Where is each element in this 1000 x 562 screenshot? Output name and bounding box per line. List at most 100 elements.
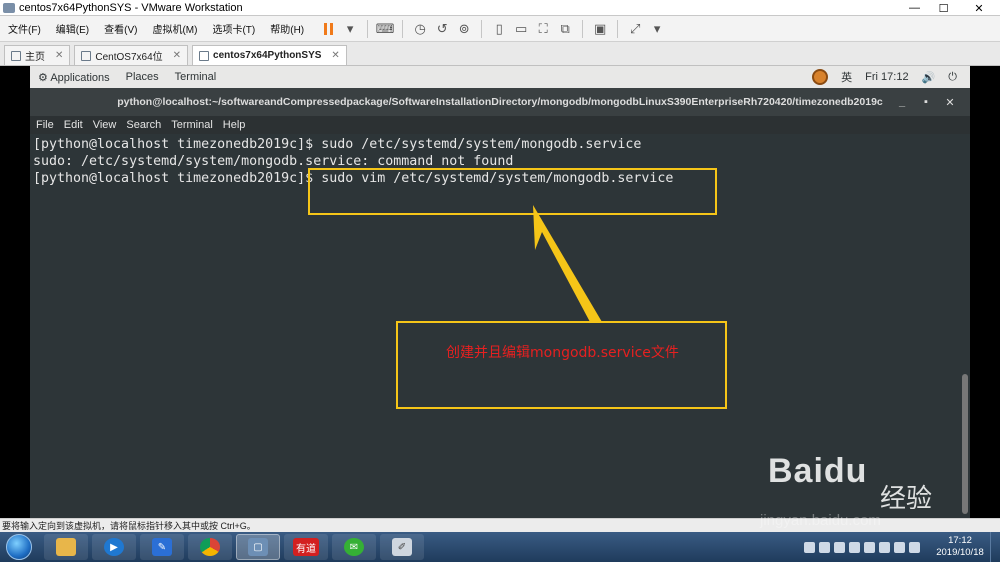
gnome-applications-menu[interactable]: ⚙ Applications xyxy=(38,71,110,84)
vmware-menubar: 文件(F) 编辑(E) 查看(V) 虚拟机(M) 选项卡(T) 帮助(H) ▾ … xyxy=(0,16,1000,42)
toolbar-divider xyxy=(367,19,369,38)
terminal-menu-view[interactable]: View xyxy=(93,119,117,131)
tab-home[interactable]: 主页 ✕ xyxy=(4,45,71,65)
unity-icon[interactable]: ⧉ xyxy=(554,19,576,39)
gnome-terminal-menu[interactable]: Terminal xyxy=(175,71,217,83)
gnome-clock[interactable]: Fri 17:12 xyxy=(865,71,908,83)
terminal-titlebar: python@localhost:~/softwareandCompressed… xyxy=(30,88,970,116)
fullscreen-icon[interactable]: ⛶ xyxy=(532,19,554,39)
tab-close-icon[interactable]: ✕ xyxy=(331,50,339,61)
taskbar-clock[interactable]: 17:12 2019/10/18 xyxy=(930,535,990,559)
stretch-icon[interactable]: ⤢ xyxy=(624,19,646,39)
revert-snapshot-icon[interactable]: ↺ xyxy=(431,19,453,39)
thumbnail-icon[interactable]: ▭ xyxy=(510,19,532,39)
taskbar-feather[interactable]: ✎ xyxy=(140,534,184,560)
clock-time: 17:12 xyxy=(948,535,972,546)
terminal-close-button[interactable]: ✕ xyxy=(938,96,962,109)
gnome-status-area: 英 Fri 17:12 🔊 ⏻ xyxy=(812,66,970,88)
input-method-label[interactable]: 英 xyxy=(841,69,852,85)
start-button[interactable] xyxy=(6,534,32,560)
volume-icon[interactable]: 🔊 xyxy=(922,71,936,84)
terminal-menu-file[interactable]: File xyxy=(36,119,54,131)
window-controls: — ☐ ✕ xyxy=(900,0,1000,16)
tab-close-icon[interactable]: ✕ xyxy=(173,50,181,61)
menu-tabs[interactable]: 选项卡(T) xyxy=(204,21,262,36)
show-desktop-button[interactable] xyxy=(990,532,1000,562)
taskbar-vmware[interactable]: ▢ xyxy=(236,534,280,560)
tray-icon[interactable] xyxy=(804,541,815,553)
vm-icon xyxy=(199,50,210,61)
gnome-places-menu[interactable]: Places xyxy=(126,71,159,83)
statusbar-text: 要将输入定向到该虚拟机，请将鼠标指针移入其中或按 Ctrl+G。 xyxy=(2,521,256,531)
menu-edit[interactable]: 编辑(E) xyxy=(48,21,96,36)
pause-icon xyxy=(323,22,333,35)
toolbar-divider xyxy=(481,19,483,38)
gnome-topbar: ⚙ Applications Places Terminal 英 Fri 17:… xyxy=(30,66,970,88)
windows-taskbar: ▶ ✎ ▢ 有道 ✉ ✐ 17:12 2019/10/18 xyxy=(0,532,1000,562)
input-method-icon[interactable] xyxy=(812,69,829,85)
tab-centos7x64pythonsys[interactable]: centos7x64PythonSYS ✕ xyxy=(192,45,347,65)
terminal-scrollbar[interactable] xyxy=(962,374,968,514)
stretch-dropdown-icon[interactable]: ▾ xyxy=(646,19,668,39)
power-icon[interactable]: ⏻ xyxy=(948,71,957,84)
tab-label: CentOS7x64位 xyxy=(95,52,163,63)
tab-label: centos7x64PythonSYS xyxy=(213,50,322,61)
taskbar-chrome[interactable] xyxy=(188,534,232,560)
system-tray: 17:12 2019/10/18 xyxy=(804,532,1000,562)
terminal-menu-terminal[interactable]: Terminal xyxy=(171,119,213,131)
pause-dropdown-icon[interactable]: ▾ xyxy=(339,19,361,39)
pause-button[interactable] xyxy=(317,19,339,39)
tab-centos7x64[interactable]: CentOS7x64位 ✕ xyxy=(74,45,189,65)
terminal-menu-edit[interactable]: Edit xyxy=(64,119,83,131)
clock-date: 2019/10/18 xyxy=(936,547,984,558)
tray-icon[interactable] xyxy=(879,541,890,553)
tray-icon[interactable] xyxy=(834,541,845,553)
minimize-button[interactable]: — xyxy=(900,0,929,16)
highlight-box-command xyxy=(308,168,717,215)
media-player-icon: ▶ xyxy=(104,538,124,556)
close-button[interactable]: ✕ xyxy=(958,0,1000,16)
taskbar-explorer[interactable] xyxy=(44,534,88,560)
folder-icon xyxy=(56,538,76,556)
terminal-menubar: File Edit View Search Terminal Help xyxy=(30,116,970,134)
tab-close-icon[interactable]: ✕ xyxy=(55,50,63,61)
annotation-callout-box xyxy=(396,321,727,409)
toolbar-divider xyxy=(582,19,584,38)
maximize-button[interactable]: ☐ xyxy=(929,0,958,16)
tray-icon[interactable] xyxy=(864,541,875,553)
tray-icon[interactable] xyxy=(819,541,830,553)
console-icon[interactable]: ▣ xyxy=(589,19,611,39)
vm-icon xyxy=(81,50,92,61)
chrome-icon xyxy=(200,538,220,556)
menu-file[interactable]: 文件(F) xyxy=(0,21,48,36)
terminal-maximize-button[interactable]: ▪ xyxy=(914,96,938,108)
send-keys-icon[interactable]: ⌨ xyxy=(374,19,396,39)
tab-label: 主页 xyxy=(25,52,45,63)
taskbar-wechat[interactable]: ✉ xyxy=(332,534,376,560)
window-title: centos7x64PythonSYS - VMware Workstation xyxy=(19,1,243,14)
terminal-minimize-button[interactable]: _ xyxy=(890,96,914,108)
terminal-menu-help[interactable]: Help xyxy=(223,119,246,131)
taskbar-paint[interactable]: ✐ xyxy=(380,534,424,560)
tray-icons xyxy=(804,541,920,553)
snapshot-icon[interactable]: ◷ xyxy=(409,19,431,39)
menu-help[interactable]: 帮助(H) xyxy=(262,21,311,36)
volume-tray-icon[interactable] xyxy=(909,541,920,553)
terminal-line: [python@localhost timezonedb2019c]$ sudo… xyxy=(33,137,642,152)
feather-icon: ✎ xyxy=(152,538,172,556)
library-icon[interactable]: ▯ xyxy=(488,19,510,39)
menu-view[interactable]: 查看(V) xyxy=(96,21,144,36)
snapshot-manager-icon[interactable]: ⊚ xyxy=(453,19,475,39)
vmware-tabbar: 主页 ✕ CentOS7x64位 ✕ centos7x64PythonSYS ✕ xyxy=(0,42,1000,66)
taskbar-youdao[interactable]: 有道 xyxy=(284,534,328,560)
terminal-title: python@localhost:~/softwareandCompressed… xyxy=(117,96,883,108)
tray-icon[interactable] xyxy=(849,541,860,553)
taskbar-media-player[interactable]: ▶ xyxy=(92,534,136,560)
home-icon xyxy=(11,50,21,61)
guest-screen[interactable]: ⚙ Applications Places Terminal 英 Fri 17:… xyxy=(0,66,1000,518)
menu-vm[interactable]: 虚拟机(M) xyxy=(144,21,204,36)
watermark-url: jingyan.baidu.com xyxy=(760,512,881,529)
toolbar-divider xyxy=(402,19,404,38)
network-icon[interactable] xyxy=(894,541,905,553)
terminal-menu-search[interactable]: Search xyxy=(126,119,161,131)
